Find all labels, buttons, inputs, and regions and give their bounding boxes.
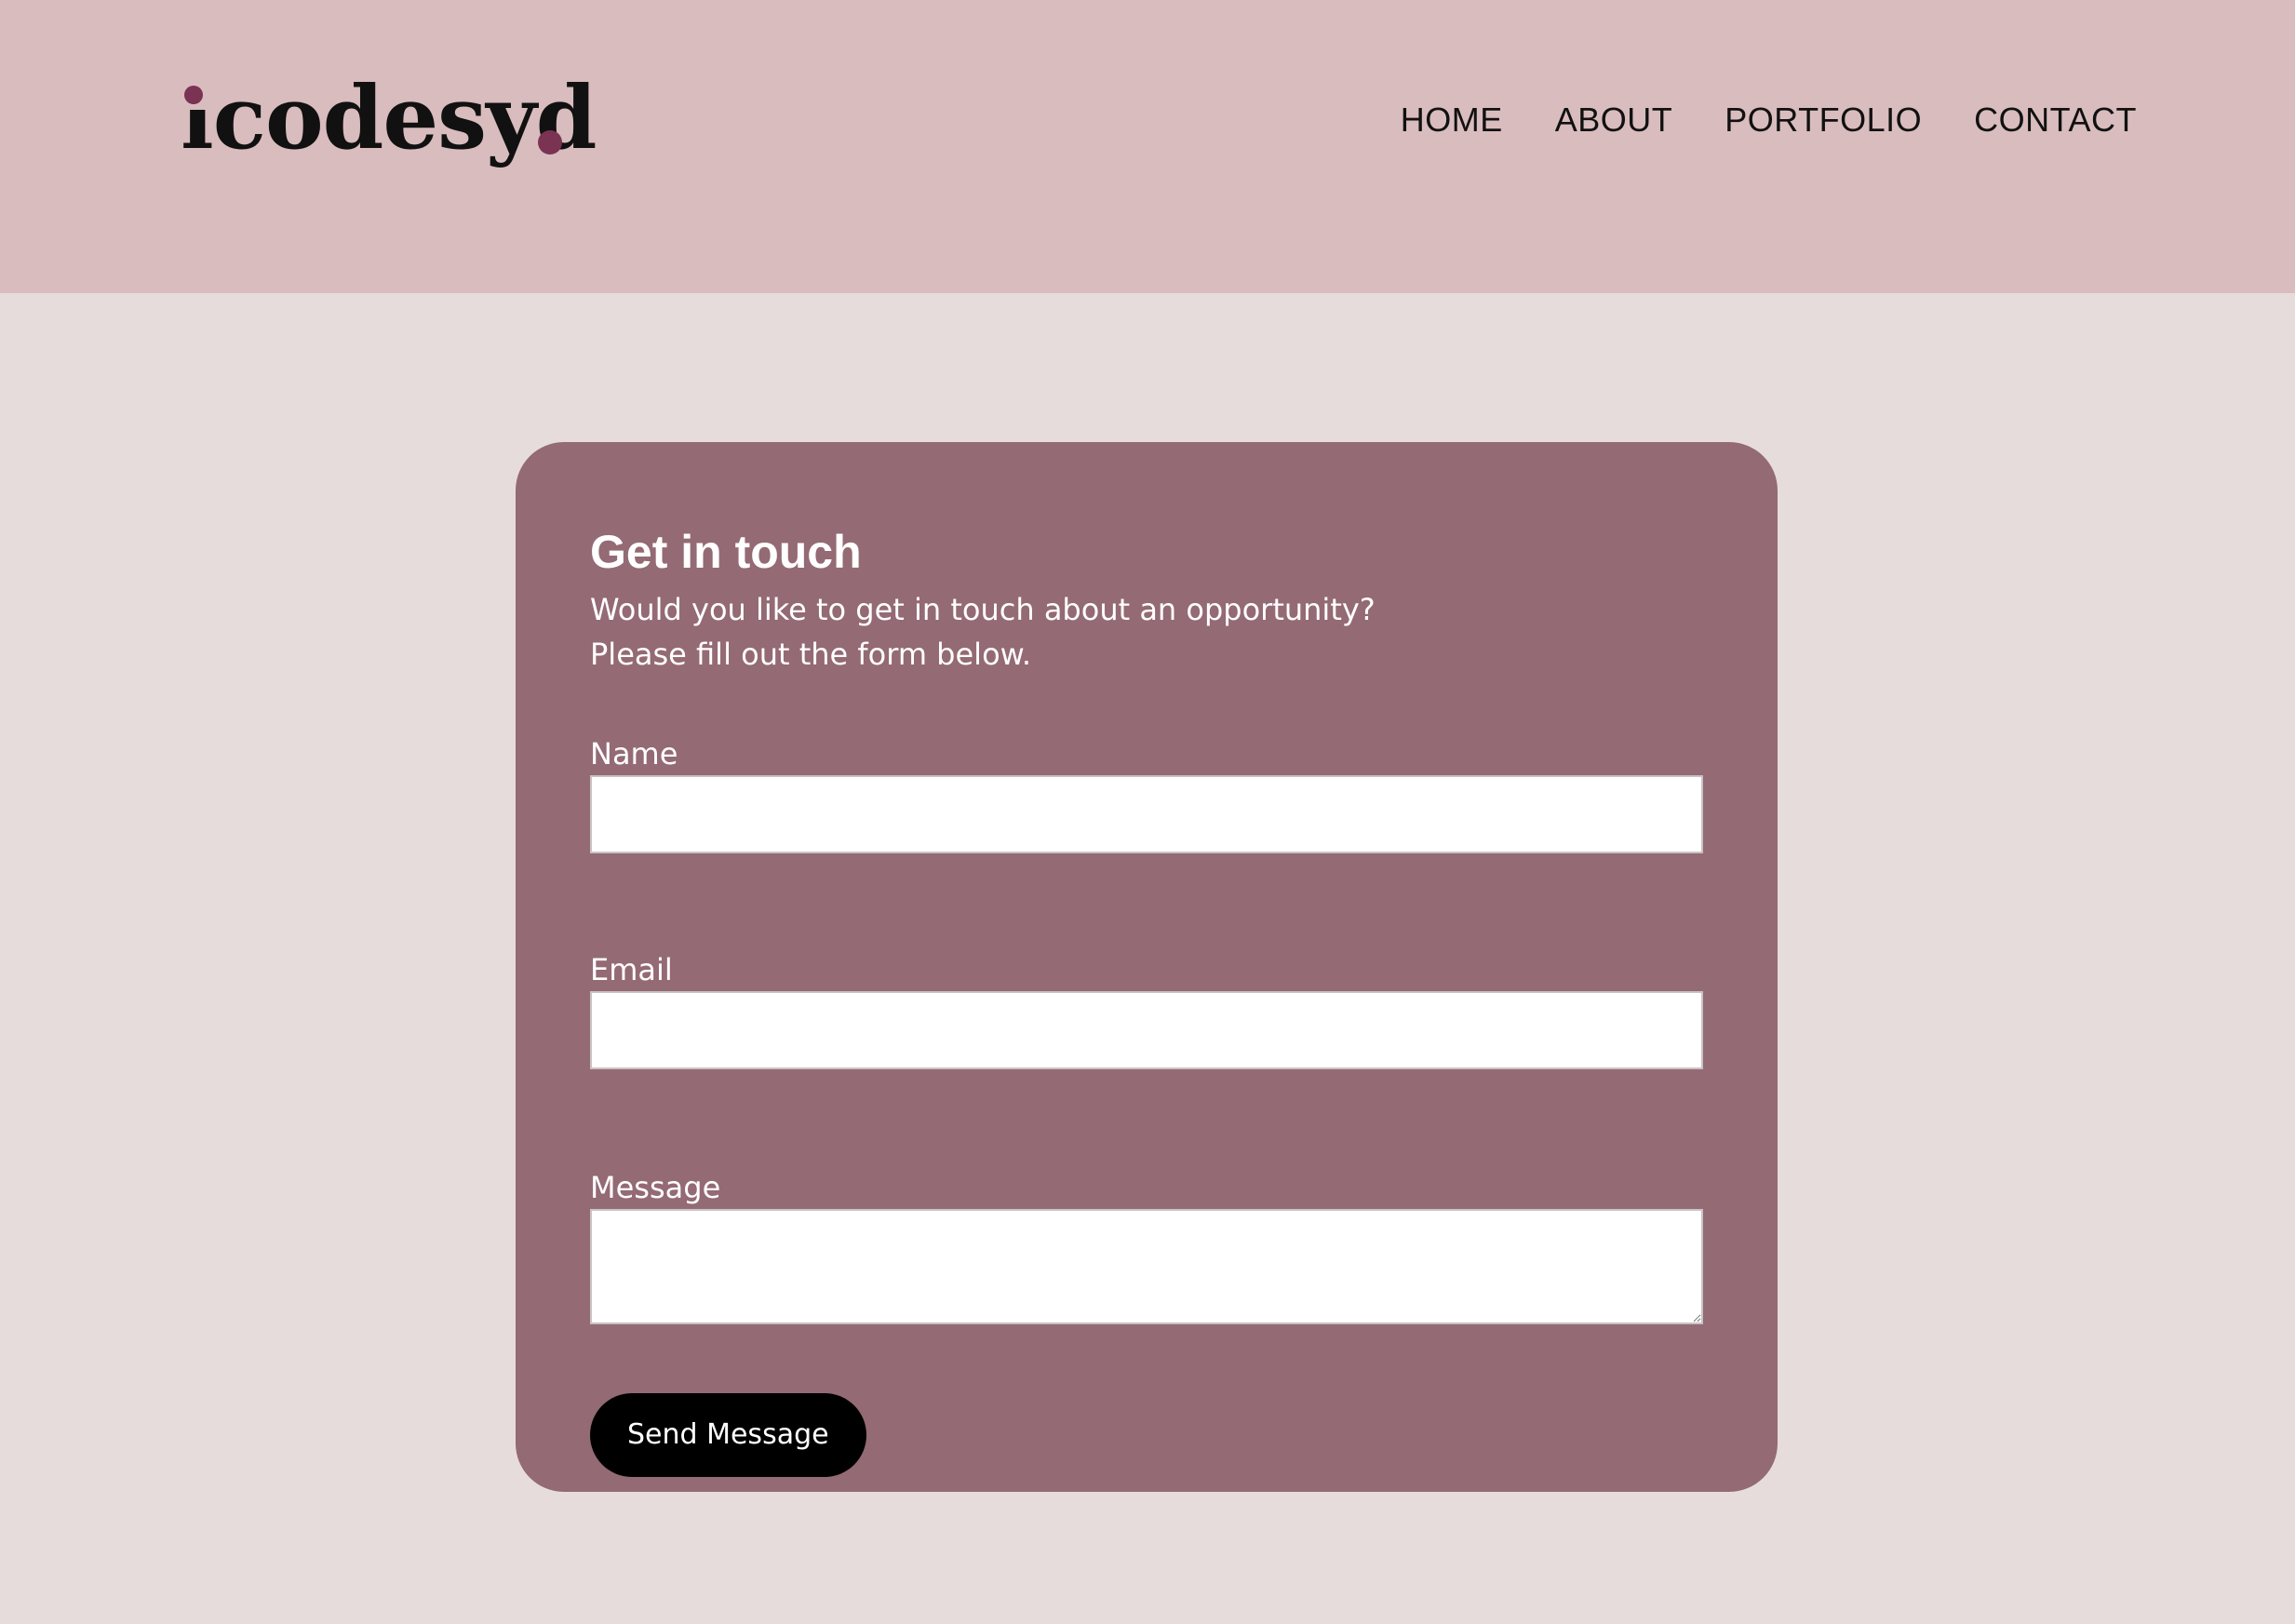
email-field-group: Email [590,950,1703,1069]
nav-home-link[interactable]: HOME [1401,97,1503,143]
nav-contact-link[interactable]: CONTACT [1974,97,2137,143]
logo-accent-dot-i [184,86,203,104]
nav-about-link[interactable]: ABOUT [1555,97,1673,143]
site-header: icodesyd HOME ABOUT PORTFOLIO CONTACT [0,0,2295,293]
logo[interactable]: icodesyd [181,67,597,169]
name-label: Name [590,736,678,772]
email-label: Email [590,952,673,987]
main-nav: HOME ABOUT PORTFOLIO CONTACT [1401,97,2137,143]
name-field-group: Name [590,734,1703,853]
logo-accent-dot [538,130,562,154]
contact-form: Get in touch Would you like to get in to… [590,522,1703,1477]
nav-portfolio-link[interactable]: PORTFOLIO [1725,97,1922,143]
email-input[interactable] [590,991,1703,1069]
message-label: Message [590,1170,721,1205]
contact-title: Get in touch [590,526,862,578]
contact-subtitle: Would you like to get in touch about an … [590,592,1376,672]
message-field-group: Message [590,1168,1703,1324]
message-textarea[interactable] [590,1209,1703,1324]
contact-card: Get in touch Would you like to get in to… [516,442,1778,1492]
name-input[interactable] [590,775,1703,853]
send-message-button[interactable]: Send Message [590,1393,866,1477]
